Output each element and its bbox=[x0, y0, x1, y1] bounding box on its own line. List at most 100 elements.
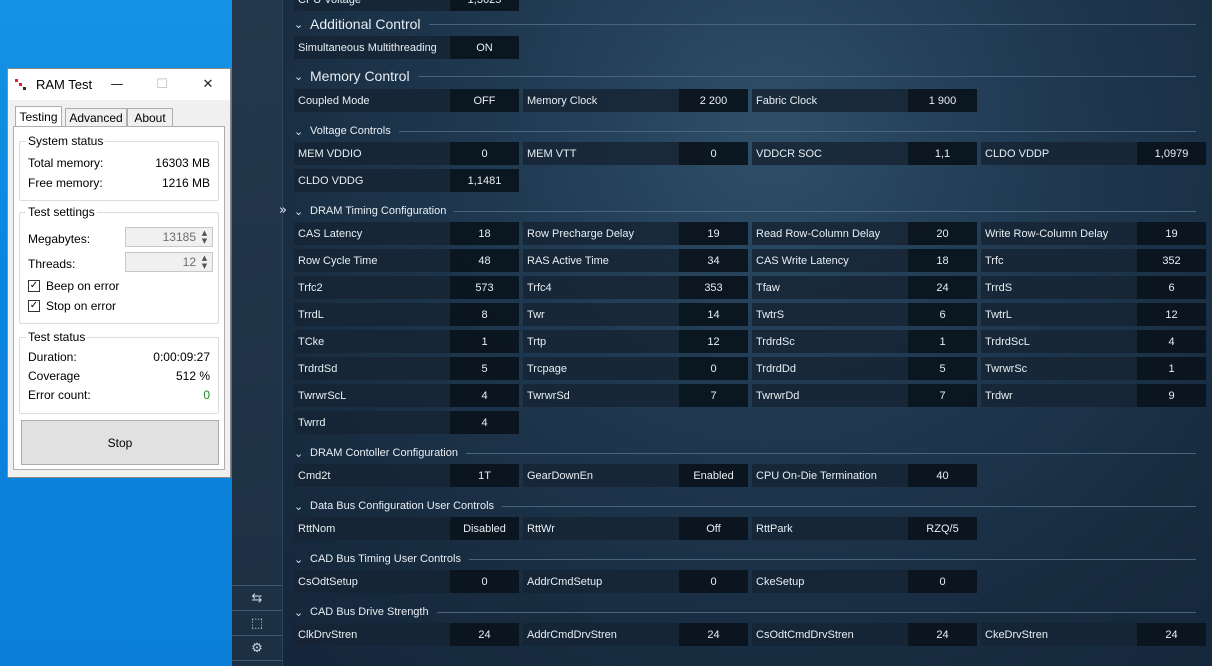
field-value[interactable]: 0 bbox=[908, 570, 977, 593]
chevron-down-icon[interactable]: ⌄ bbox=[294, 553, 310, 566]
tab-about[interactable]: About bbox=[127, 108, 173, 126]
field-value[interactable]: 14 bbox=[679, 303, 748, 326]
field-row-cycle-time[interactable]: Row Cycle Time 48 bbox=[294, 249, 519, 272]
field-read-row-column-delay[interactable]: Read Row-Column Delay 20 bbox=[752, 222, 977, 245]
chevron-down-icon[interactable]: ⌄ bbox=[294, 125, 310, 138]
field-value[interactable]: 1,1481 bbox=[450, 169, 519, 192]
field-cas-write-latency[interactable]: CAS Write Latency 18 bbox=[752, 249, 977, 272]
chevron-down-icon[interactable]: ⌄ bbox=[294, 70, 310, 83]
field-value[interactable]: 4 bbox=[450, 384, 519, 407]
field-twrwrscl[interactable]: TwrwrScL 4 bbox=[294, 384, 519, 407]
section-header-memory-control[interactable]: ⌄ Memory Control bbox=[294, 66, 1204, 86]
megabytes-spinbox[interactable]: 13185 ▲ ▼ bbox=[125, 227, 213, 247]
beep-on-error-checkbox[interactable]: ✓ Beep on error bbox=[28, 279, 119, 293]
gear-icon[interactable]: ⚙ bbox=[232, 635, 282, 660]
field-value[interactable]: 19 bbox=[1137, 222, 1206, 245]
title-bar[interactable]: RAM Test — ☐ ✕ bbox=[8, 69, 230, 100]
field-value[interactable]: 24 bbox=[1137, 623, 1206, 646]
field-trdrdscl[interactable]: TrdrdScL 4 bbox=[981, 330, 1206, 353]
chevron-down-icon[interactable]: ⌄ bbox=[294, 606, 310, 619]
minimize-icon[interactable]: — bbox=[105, 73, 129, 95]
field-fabric-clock[interactable]: Fabric Clock 1 900 bbox=[752, 89, 977, 112]
field-value[interactable]: 18 bbox=[908, 249, 977, 272]
field-ras-active-time[interactable]: RAS Active Time 34 bbox=[523, 249, 748, 272]
field-value[interactable]: 0 bbox=[679, 142, 748, 165]
field-value[interactable]: 1 bbox=[450, 330, 519, 353]
field-cas-latency[interactable]: CAS Latency 18 bbox=[294, 222, 519, 245]
field-trrds[interactable]: TrrdS 6 bbox=[981, 276, 1206, 299]
field-value[interactable]: Enabled bbox=[679, 464, 748, 487]
field-value[interactable]: 0 bbox=[679, 570, 748, 593]
field-value[interactable]: 34 bbox=[679, 249, 748, 272]
section-header-cad-timing[interactable]: ⌄ CAD Bus Timing User Controls bbox=[294, 549, 1204, 569]
field-addrcmdsetup[interactable]: AddrCmdSetup 0 bbox=[523, 570, 748, 593]
field-twrwrsd[interactable]: TwrwrSd 7 bbox=[523, 384, 748, 407]
field-value[interactable]: 6 bbox=[1137, 276, 1206, 299]
spin-arrows-icon[interactable]: ▲ ▼ bbox=[198, 254, 211, 270]
field-value[interactable]: 0 bbox=[679, 357, 748, 380]
section-header-data-bus[interactable]: ⌄ Data Bus Configuration User Controls bbox=[294, 496, 1204, 516]
stop-on-error-checkbox[interactable]: ✓ Stop on error bbox=[28, 299, 116, 313]
field-trdrdsc[interactable]: TrdrdSc 1 bbox=[752, 330, 977, 353]
stop-button[interactable]: Stop bbox=[21, 420, 219, 465]
section-header-dram-timing[interactable]: ⌄ DRAM Timing Configuration bbox=[294, 201, 1204, 221]
double-chevron-right-icon[interactable]: » bbox=[274, 201, 292, 219]
field-value[interactable]: 12 bbox=[1137, 303, 1206, 326]
field-csodtsetup[interactable]: CsOdtSetup 0 bbox=[294, 570, 519, 593]
field-value[interactable]: 4 bbox=[1137, 330, 1206, 353]
field-mem-vtt[interactable]: MEM VTT 0 bbox=[523, 142, 748, 165]
maximize-icon[interactable]: ☐ bbox=[150, 73, 174, 95]
chevron-down-icon[interactable]: ⌄ bbox=[294, 205, 310, 218]
field-value[interactable]: RZQ/5 bbox=[908, 517, 977, 540]
field-mem-vddio[interactable]: MEM VDDIO 0 bbox=[294, 142, 519, 165]
field-value[interactable]: 1 900 bbox=[908, 89, 977, 112]
field-trtp[interactable]: Trtp 12 bbox=[523, 330, 748, 353]
field-memory-clock[interactable]: Memory Clock 2 200 bbox=[523, 89, 748, 112]
threads-spinbox[interactable]: 12 ▲ ▼ bbox=[125, 252, 213, 272]
field-twtrs[interactable]: TwtrS 6 bbox=[752, 303, 977, 326]
field-value[interactable]: 0 bbox=[450, 570, 519, 593]
field-tcke[interactable]: TCke 1 bbox=[294, 330, 519, 353]
field-value[interactable]: 40 bbox=[908, 464, 977, 487]
field-trdrdsd[interactable]: TrdrdSd 5 bbox=[294, 357, 519, 380]
field-cldo-vddg[interactable]: CLDO VDDG 1,1481 bbox=[294, 169, 519, 192]
field-value[interactable]: 9 bbox=[1137, 384, 1206, 407]
field-value[interactable]: 24 bbox=[908, 623, 977, 646]
chevron-down-icon[interactable]: ⌄ bbox=[294, 18, 310, 31]
field-csodtcmddrvstren[interactable]: CsOdtCmdDrvStren 24 bbox=[752, 623, 977, 646]
field-value[interactable]: 2 200 bbox=[679, 89, 748, 112]
field-cpu-on-die-termination[interactable]: CPU On-Die Termination 40 bbox=[752, 464, 977, 487]
section-header-voltage-controls[interactable]: ⌄ Voltage Controls bbox=[294, 121, 1204, 141]
field-twrrd[interactable]: Twrrd 4 bbox=[294, 411, 519, 434]
checkmark-icon[interactable]: ✓ bbox=[28, 280, 40, 292]
field-value[interactable]: 573 bbox=[450, 276, 519, 299]
tab-testing[interactable]: Testing bbox=[15, 106, 62, 127]
field-addrcmddrvstren[interactable]: AddrCmdDrvStren 24 bbox=[523, 623, 748, 646]
checkmark-icon[interactable]: ✓ bbox=[28, 300, 40, 312]
field-value[interactable]: 1,0979 bbox=[1137, 142, 1206, 165]
field-value[interactable]: 352 bbox=[1137, 249, 1206, 272]
swap-icon[interactable]: ⇆ bbox=[232, 585, 282, 610]
tab-advanced[interactable]: Advanced bbox=[65, 108, 127, 126]
field-cpu-voltage[interactable]: CPU Voltage 1,3625 bbox=[294, 0, 519, 11]
crop-icon[interactable]: ⬚ bbox=[232, 610, 282, 635]
field-value[interactable]: 4 bbox=[450, 411, 519, 434]
chevron-down-icon[interactable]: ⌄ bbox=[294, 447, 310, 460]
field-trdwr[interactable]: Trdwr 9 bbox=[981, 384, 1206, 407]
field-rttwr[interactable]: RttWr Off bbox=[523, 517, 748, 540]
field-value[interactable]: 8 bbox=[450, 303, 519, 326]
field-twrwrdd[interactable]: TwrwrDd 7 bbox=[752, 384, 977, 407]
section-header-additional-control[interactable]: ⌄ Additional Control bbox=[294, 14, 1204, 34]
field-ckedrvstren[interactable]: CkeDrvStren 24 bbox=[981, 623, 1206, 646]
field-twrwrsc[interactable]: TwrwrSc 1 bbox=[981, 357, 1206, 380]
field-twr[interactable]: Twr 14 bbox=[523, 303, 748, 326]
field-value[interactable]: 1,3625 bbox=[450, 0, 519, 11]
field-row-precharge-delay[interactable]: Row Precharge Delay 19 bbox=[523, 222, 748, 245]
field-trfc4[interactable]: Trfc4 353 bbox=[523, 276, 748, 299]
field-value[interactable]: 7 bbox=[908, 384, 977, 407]
field-ckesetup[interactable]: CkeSetup 0 bbox=[752, 570, 977, 593]
field-cmd2t[interactable]: Cmd2t 1T bbox=[294, 464, 519, 487]
field-value[interactable]: 5 bbox=[908, 357, 977, 380]
field-value[interactable]: 1 bbox=[908, 330, 977, 353]
field-value[interactable]: Disabled bbox=[450, 517, 519, 540]
